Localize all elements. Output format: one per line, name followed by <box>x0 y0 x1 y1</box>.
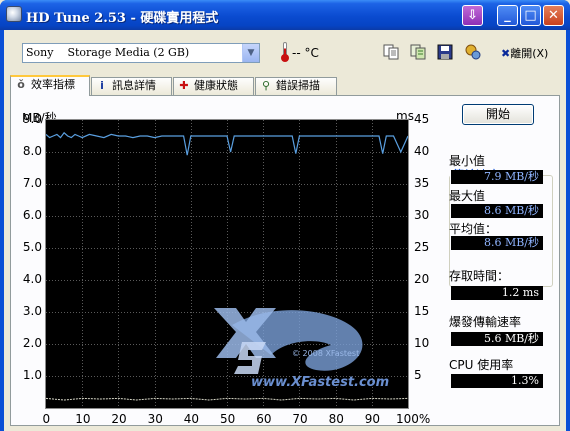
cpu-usage-label: CPU 使用率 <box>449 358 514 372</box>
exit-icon: ✖ <box>501 47 511 60</box>
chevron-down-icon[interactable]: ▼ <box>242 44 259 62</box>
y-tick-label: 5.0 <box>22 240 42 254</box>
access-time-label: 存取時間： <box>449 269 510 283</box>
tab-info[interactable]: i 訊息詳情 <box>91 77 172 95</box>
y-tick-label: 7.0 <box>22 176 42 190</box>
options-icon[interactable] <box>464 43 482 61</box>
tab-health[interactable]: ✚ 健康狀態 <box>173 77 254 95</box>
minimize-button[interactable]: _ <box>497 5 518 26</box>
drive-select[interactable]: Sony Storage Media (2 GB) ▼ <box>22 43 260 63</box>
start-button[interactable]: 開始 <box>462 104 534 125</box>
burst-rate-value: 5.6 MB/秒 <box>451 332 543 346</box>
y-tick-label: 3.0 <box>22 304 42 318</box>
close-button[interactable]: ✕ <box>543 5 564 26</box>
min-value: 7.9 MB/秒 <box>451 170 543 184</box>
y2-tick-label: 35 <box>414 176 430 190</box>
x-tick-label: 40 <box>183 412 200 426</box>
watermark-copyright: © 2008 XFastest <box>292 349 359 358</box>
app-icon <box>6 6 22 22</box>
tab-benchmark[interactable]: ǒ 效率指標 <box>10 75 90 96</box>
scan-icon: ⚲ <box>261 79 271 92</box>
avg-value: 8.6 MB/秒 <box>451 236 543 250</box>
min-label: 最小值 <box>449 154 486 168</box>
window-title: HD Tune 2.53 - 硬碟實用程式 <box>26 11 219 26</box>
y-tick-label: 6.0 <box>22 208 42 222</box>
x-tick-label: 100% <box>396 412 431 426</box>
y2-tick-label: 40 <box>414 144 430 158</box>
x-tick-label: 80 <box>328 412 344 426</box>
y2-tick-label: 20 <box>414 272 430 286</box>
y2-tick-label: 45 <box>414 112 430 126</box>
copy-all-icon[interactable] <box>409 43 427 61</box>
client-area: Sony Storage Media (2 GB) ▼ -- °C ✖離開(X) <box>4 30 566 431</box>
tab-benchmark-label: 效率指標 <box>31 78 75 91</box>
tab-info-label: 訊息詳情 <box>112 79 156 92</box>
x-tick-label: 30 <box>147 412 163 426</box>
watermark-logo <box>214 308 363 374</box>
copy-icon[interactable] <box>382 43 400 61</box>
save-icon[interactable] <box>436 43 454 61</box>
y-tick-label: 1.0 <box>22 368 42 382</box>
x-tick-label: 10 <box>75 412 91 426</box>
y2-tick-label: 10 <box>414 336 430 350</box>
y2-tick-label: 15 <box>414 304 430 318</box>
maximize-button[interactable]: □ <box>520 5 541 26</box>
benchmark-icon: ǒ <box>17 78 25 91</box>
title-bar[interactable]: HD Tune 2.53 - 硬碟實用程式 ⇩ _ □ ✕ <box>0 0 570 30</box>
y-tick-label: 4.0 <box>22 272 42 286</box>
access-time-value: 1.2 ms <box>451 286 543 300</box>
x-tick-label: 60 <box>256 412 272 426</box>
benchmark-chart-plot: www.XFastest.com © 2008 XFastest <box>46 120 408 408</box>
y-tick-label: 2.0 <box>22 336 42 350</box>
tab-health-label: 健康狀態 <box>194 79 238 92</box>
temperature-readout: -- °C <box>292 46 319 60</box>
burst-rate-label: 爆發傳輸速率 <box>449 315 522 329</box>
exit-label: 離開(X) <box>510 47 549 60</box>
y-tick-label: 8.0 <box>22 144 42 158</box>
watermark-text: www.XFastest.com <box>251 375 389 390</box>
x-tick-label: 20 <box>111 412 127 426</box>
x-tick-label: 0 <box>42 412 51 426</box>
x-tick-label: 90 <box>364 412 381 426</box>
y2-tick-label: 30 <box>414 208 430 222</box>
avg-label: 平均值： <box>449 222 498 236</box>
y2-tick-label: 25 <box>414 240 430 254</box>
max-value: 8.6 MB/秒 <box>451 204 543 218</box>
benchmark-chart: www.XFastest.com © 2008 XFastest <box>45 119 409 409</box>
tab-error-scan-label: 錯誤掃描 <box>276 79 320 92</box>
health-icon: ✚ <box>179 79 189 92</box>
app-window: HD Tune 2.53 - 硬碟實用程式 ⇩ _ □ ✕ Sony Stora… <box>0 0 570 431</box>
drive-select-value: Sony Storage Media (2 GB) <box>26 46 190 59</box>
y2-tick-label: 5 <box>414 368 422 382</box>
download-icon[interactable]: ⇩ <box>462 5 483 26</box>
y-tick-label: 9.0 <box>22 112 42 126</box>
x-tick-label: 50 <box>220 412 236 426</box>
exit-button[interactable]: ✖離開(X) <box>501 45 548 61</box>
max-label: 最大值 <box>449 189 486 203</box>
cpu-usage-value: 1.3% <box>451 374 543 388</box>
info-icon: i <box>100 79 104 92</box>
thermometer-icon <box>280 42 289 62</box>
x-tick-label: 70 <box>292 412 308 426</box>
tab-error-scan[interactable]: ⚲ 錯誤掃描 <box>255 77 337 95</box>
